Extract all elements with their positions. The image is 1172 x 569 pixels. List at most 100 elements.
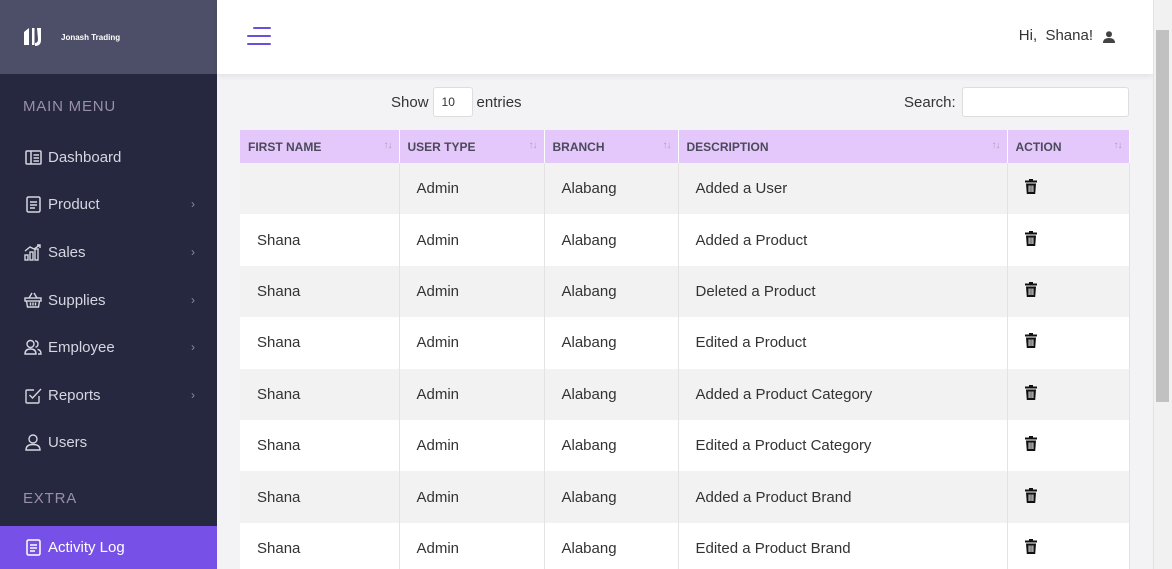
user-icon [1103,30,1115,43]
delete-trash-icon[interactable] [1024,179,1037,195]
sidebar-item-reports[interactable]: Reports › [0,375,217,415]
sidebar-item-activity-log[interactable]: Activity Log [0,526,217,569]
sidebar-item-label: Reports [48,386,101,404]
search-label: Search: [904,93,956,111]
document-icon [24,539,42,557]
delete-trash-icon[interactable] [1024,230,1037,246]
user-type-cell: Admin [399,265,545,318]
scrollbar-thumb[interactable] [1156,30,1169,402]
chevron-right-icon: › [191,388,195,402]
column-header-user-type[interactable]: USER TYPE ↑↓ [399,130,545,163]
branch-cell: Alabang [544,471,679,523]
table-row: Shana Admin Alabang Deleted a Product [240,265,1130,318]
action-cell [1007,522,1130,569]
description-cell: Edited a Product Brand [678,522,1008,569]
delete-trash-icon[interactable] [1024,487,1037,503]
search-input[interactable] [961,87,1129,117]
sidebar-item-users[interactable]: Users [0,422,217,462]
table-body: Admin Alabang Added a User Shana Admin Alaban… [240,163,1130,569]
entries-select[interactable]: 10 [432,87,473,117]
column-header-first-name[interactable]: FIRST NAME ↑↓ [240,130,400,163]
action-cell [1007,265,1130,318]
user-type-cell: Admin [399,471,545,523]
user-type-cell: Admin [399,317,545,369]
delete-trash-icon[interactable] [1024,384,1037,400]
top-bar: Hi, Shana! [217,0,1153,74]
action-cell [1007,317,1130,369]
sidebar-item-sales[interactable]: Sales › [0,232,217,272]
user-type-cell: Admin [399,419,545,472]
delete-trash-icon[interactable] [1024,281,1037,297]
action-cell [1007,214,1130,266]
description-cell: Added a Product [678,214,1008,266]
chevron-right-icon: › [191,293,195,307]
user-greeting[interactable]: Hi, Shana! [1019,27,1115,44]
page-scrollbar[interactable] [1153,0,1172,569]
delete-trash-icon[interactable] [1024,538,1037,554]
sort-icon: ↑↓ [991,140,1001,151]
extra-heading: EXTRA [23,490,78,507]
description-cell: Edited a Product [678,317,1008,369]
branch-cell: Alabang [544,419,679,472]
sidebar-item-label: Dashboard [48,148,122,166]
sidebar-item-employee[interactable]: Employee › [0,327,217,367]
branch-cell: Alabang [544,317,679,369]
chart-bars-icon [24,243,42,261]
column-header-branch[interactable]: BRANCH ↑↓ [544,130,679,163]
table-header-row: FIRST NAME ↑↓ USER TYPE ↑↓ BRANCH ↑↓ DESCRI… [240,130,1130,163]
sidebar-item-product[interactable]: Product › [0,184,217,224]
sidebar-item-label: Activity Log [48,539,125,556]
description-cell: Deleted a Product [678,265,1008,318]
first-name-cell: Shana [240,419,400,472]
brand-logo-icon[interactable] [22,25,46,49]
delete-trash-icon[interactable] [1024,333,1037,349]
sort-icon: ↑↓ [528,140,538,151]
first-name-cell: Shana [240,522,400,569]
sidebar-item-label: Product [48,195,100,213]
hamburger-menu-icon[interactable] [247,27,271,49]
checkbox-icon [24,386,42,404]
sidebar-item-dashboard[interactable]: Dashboard [0,137,217,177]
show-entries-control: Show 10 entries [391,87,522,117]
sidebar: Jonash Trading MAIN MENU Dashboard Produ… [0,0,217,569]
table-row: Shana Admin Alabang Edited a Product [240,317,1130,369]
sort-icon: ↑↓ [1113,140,1123,151]
user-type-cell: Admin [399,522,545,569]
sidebar-item-label: Sales [48,243,86,261]
chevron-right-icon: › [191,340,195,354]
user-type-cell: Admin [399,214,545,266]
table-row: Shana Admin Alabang Edited a Product Catego… [240,419,1130,472]
chevron-right-icon: › [191,245,195,259]
table-row: Shana Admin Alabang Added a Product [240,214,1130,266]
first-name-cell: Shana [240,214,400,266]
show-label: Show [391,93,429,111]
table-row: Shana Admin Alabang Edited a Product Brand [240,522,1130,569]
sort-icon: ↑↓ [662,140,672,151]
first-name-cell: Shana [240,368,400,420]
action-cell [1007,419,1130,472]
branch-cell: Alabang [544,163,679,215]
delete-trash-icon[interactable] [1024,436,1037,452]
user-type-cell: Admin [399,163,545,215]
column-header-description[interactable]: DESCRIPTION ↑↓ [678,130,1008,163]
first-name-cell: Shana [240,265,400,318]
sidebar-item-supplies[interactable]: Supplies › [0,280,217,320]
brand-bar: Jonash Trading [0,0,217,74]
document-icon [24,195,42,213]
branch-cell: Alabang [544,214,679,266]
column-header-action[interactable]: ACTION ↑↓ [1007,130,1130,163]
description-cell: Edited a Product Category [678,419,1008,472]
description-cell: Added a Product Category [678,368,1008,420]
basket-icon [24,291,42,309]
description-cell: Added a Product Brand [678,471,1008,523]
first-name-cell: Shana [240,471,400,523]
brand-name: Jonash Trading [61,32,121,42]
table-row: Shana Admin Alabang Added a Product Brand [240,471,1130,523]
greeting-text: Hi, Shana! [1018,27,1093,44]
first-name-cell: Shana [240,317,400,369]
table-row: Admin Alabang Added a User [240,163,1130,215]
chevron-right-icon: › [191,197,195,211]
user-icon [24,433,42,451]
sidebar-item-label: Supplies [48,291,106,309]
table-row: Shana Admin Alabang Added a Product Categor… [240,368,1130,420]
